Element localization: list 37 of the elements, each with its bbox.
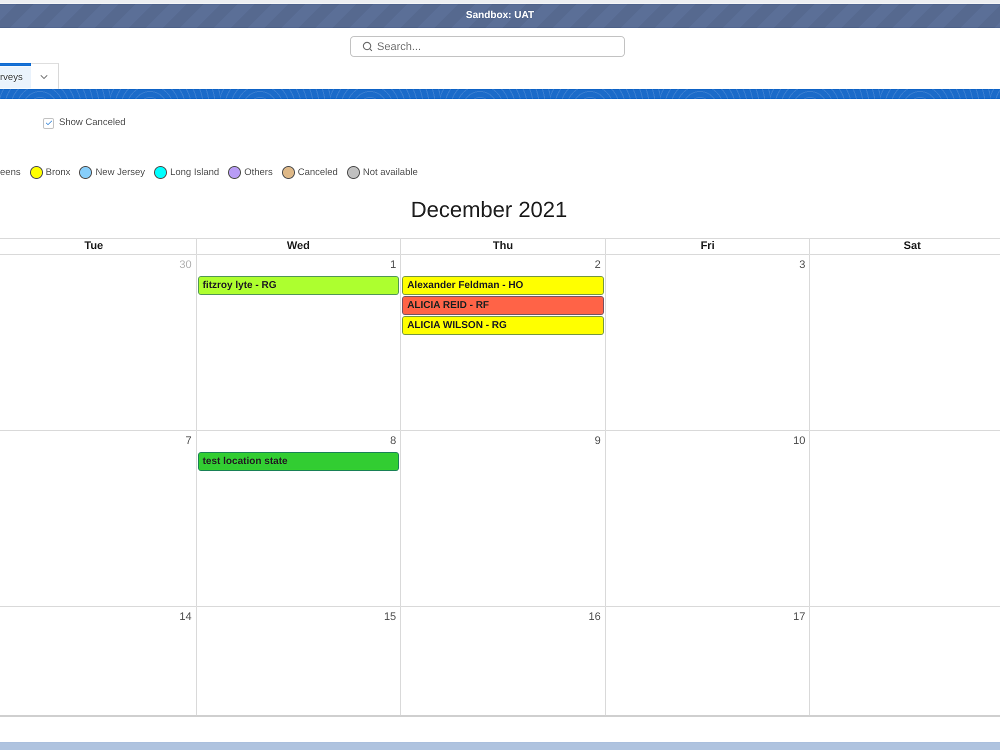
calendar-title: December 2021 <box>410 197 568 223</box>
calendar-event[interactable]: ALICIA WILSON - RG <box>402 316 604 335</box>
weekday-header: Tue <box>0 239 197 255</box>
legend-label: Canceled <box>298 166 338 179</box>
day-number: 14 <box>179 610 193 624</box>
weekday-header: Fri <box>606 239 810 255</box>
legend-label: New Jersey <box>95 166 146 179</box>
checkbox[interactable] <box>43 118 54 128</box>
legend-label: Not available <box>362 166 418 179</box>
day-number: 17 <box>793 610 806 624</box>
weekday-header: Thu <box>401 239 606 255</box>
legend-label: Others <box>244 166 273 179</box>
search-icon <box>362 41 373 52</box>
legend-label: Bronx <box>46 166 70 179</box>
day-number: 15 <box>384 610 398 624</box>
day-number: 30 <box>179 258 193 272</box>
calendar-event[interactable]: test location state <box>198 452 400 471</box>
legend-label: Long Island <box>170 166 220 179</box>
day-number: 9 <box>594 434 602 448</box>
checkmark-icon <box>44 119 52 127</box>
day-number: 3 <box>799 258 806 272</box>
day-number: 1 <box>390 258 398 272</box>
search-field[interactable]: Search... <box>350 36 625 57</box>
calendar-event[interactable]: fitzroy lyte - RG <box>198 276 400 295</box>
weekday-header: Sat <box>810 239 1000 255</box>
day-number: 10 <box>793 434 806 448</box>
nav-tab[interactable]: rveys <box>0 63 31 89</box>
calendar-event[interactable]: Alexander Feldman - HO <box>402 276 604 295</box>
checkbox-label[interactable]: Show Canceled <box>59 117 126 129</box>
banner-title: Sandbox: UAT <box>466 10 534 22</box>
day-number: 8 <box>390 434 398 448</box>
day-number: 2 <box>594 258 602 272</box>
calendar-event[interactable]: ALICIA REID - RF <box>402 296 604 315</box>
legend-label: eens <box>0 166 21 179</box>
day-number: 16 <box>588 610 602 624</box>
day-number: 7 <box>185 434 193 448</box>
weekday-header: Wed <box>196 239 402 255</box>
